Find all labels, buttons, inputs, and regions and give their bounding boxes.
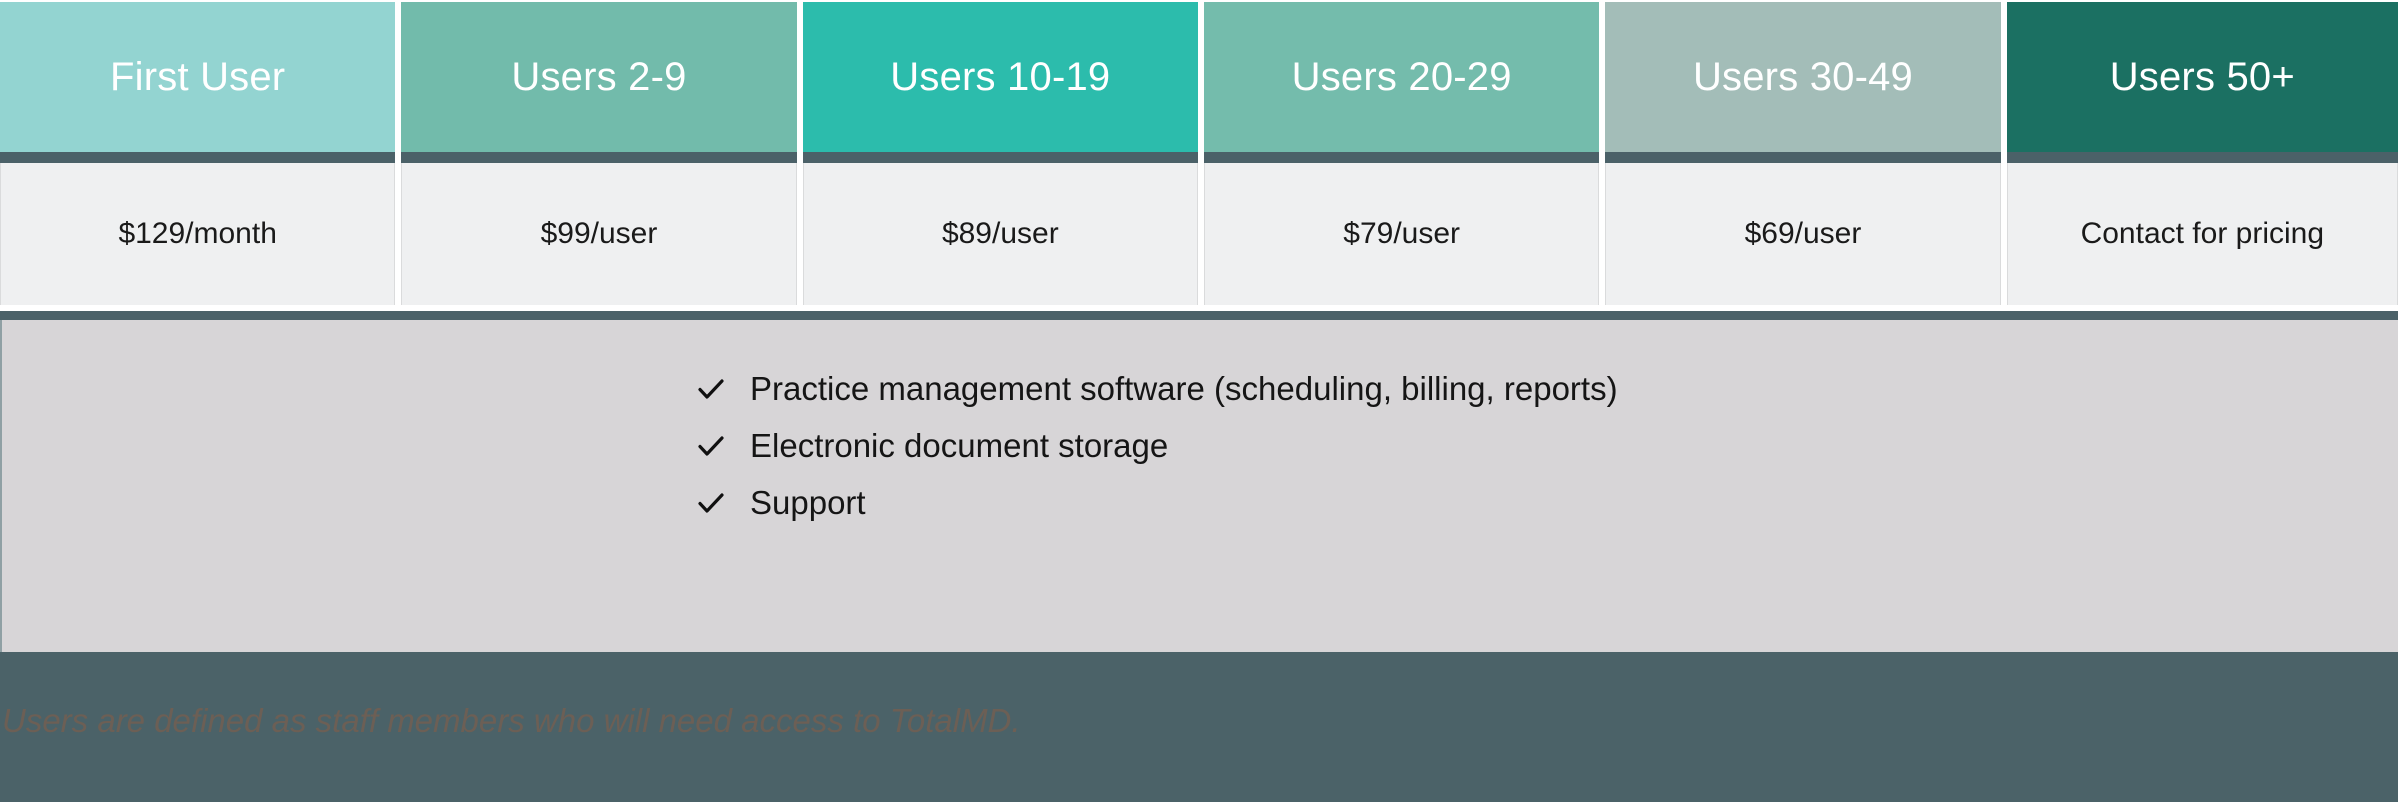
price-row: $129/month $99/user $89/user $79/user $69/us…	[0, 163, 2398, 305]
price-cell-3[interactable]: $89/user	[802, 163, 1198, 305]
feature-label: Electronic document storage	[750, 427, 1169, 464]
tier-header-3[interactable]: Users 10-19	[802, 0, 1198, 163]
check-icon	[696, 431, 726, 461]
tier-header-4[interactable]: Users 20-29	[1203, 0, 1600, 163]
features-list: Practice management software (scheduling…	[696, 372, 1618, 519]
tier-underbar	[401, 152, 797, 163]
price-cell-2[interactable]: $99/user	[401, 163, 797, 305]
check-icon	[696, 374, 726, 404]
section-divider	[0, 311, 2398, 320]
tier-label: Users 30-49	[1692, 55, 1914, 99]
price-text: $89/user	[941, 217, 1059, 250]
pricing-table: First User Users 2-9 Users 10-19 Users 20-2…	[0, 0, 2398, 802]
price-cell-1[interactable]: $129/month	[0, 163, 396, 305]
tier-underbar	[1203, 152, 1600, 163]
price-text: $79/user	[1343, 217, 1461, 250]
price-cell-5[interactable]: $69/user	[1605, 163, 2001, 305]
tier-underbar	[2006, 152, 2398, 163]
tier-underbar	[1605, 152, 2001, 163]
price-text: $69/user	[1744, 217, 1862, 250]
tier-header-5[interactable]: Users 30-49	[1605, 0, 2001, 163]
price-cell-4[interactable]: $79/user	[1203, 163, 1600, 305]
price-text: $129/month	[118, 217, 277, 250]
feature-item: Electronic document storage	[696, 429, 1618, 462]
feature-label: Practice management software (scheduling…	[750, 370, 1618, 407]
tier-label: Users 10-19	[890, 55, 1111, 99]
footer-band: Users are defined as staff members who w…	[0, 652, 2398, 802]
tier-header-2[interactable]: Users 2-9	[401, 0, 797, 163]
footnote-text: Users are defined as staff members who w…	[2, 702, 1021, 739]
tier-header-6[interactable]: Users 50+	[2006, 0, 2398, 163]
tier-underbar	[802, 152, 1198, 163]
check-icon	[696, 488, 726, 518]
feature-item: Support	[696, 486, 1618, 519]
features-panel: Practice management software (scheduling…	[0, 320, 2398, 652]
tier-underbar	[0, 152, 396, 163]
price-text: $99/user	[540, 217, 658, 250]
tier-label: Users 2-9	[511, 55, 687, 99]
feature-label: Support	[750, 484, 866, 521]
tier-header-row: First User Users 2-9 Users 10-19 Users 20-2…	[0, 0, 2398, 163]
tier-label: Users 20-29	[1291, 55, 1512, 99]
tier-header-1[interactable]: First User	[0, 0, 396, 163]
tier-label: First User	[110, 55, 286, 99]
feature-item: Practice management software (scheduling…	[696, 372, 1618, 405]
price-text: Contact for pricing	[2080, 217, 2325, 250]
price-cell-6[interactable]: Contact for pricing	[2006, 163, 2398, 305]
tier-label: Users 50+	[2109, 55, 2295, 99]
